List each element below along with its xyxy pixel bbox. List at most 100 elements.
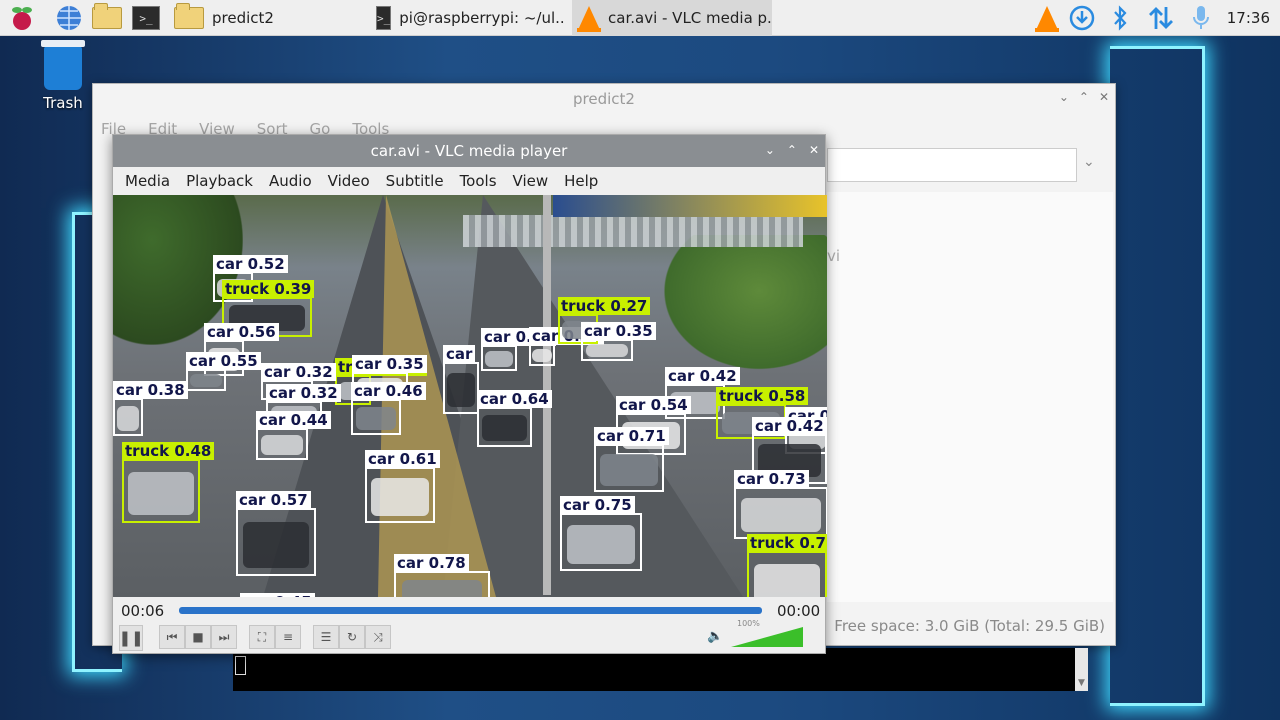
menu-media[interactable]: Media [117,172,178,190]
minimize-icon[interactable]: ⌄ [1059,90,1069,104]
menu-subtitle[interactable]: Subtitle [378,172,452,190]
detection-label: car 0.44 [256,411,331,429]
detection-label: car 0.61 [365,450,440,468]
menu-audio[interactable]: Audio [261,172,320,190]
file-list[interactable] [827,192,1113,602]
window-controls: ⌄ ⌃ ✕ [765,143,819,157]
detection-box-car: car 0.46 [351,382,426,435]
vehicle-shape [484,350,514,367]
terminal-launcher-icon[interactable]: >_ [130,4,162,32]
speaker-icon[interactable]: 🔈 [707,629,723,644]
window-title: predict2 [573,90,635,108]
detection-label: car 0.56 [204,323,279,341]
menu-help[interactable]: Help [556,172,606,190]
close-icon[interactable]: ✕ [809,143,819,157]
video-billboards [553,195,827,217]
seek-bar[interactable] [179,607,762,614]
detection-label: car 0.54 [616,396,691,414]
detection-label: truck 0.48 [122,442,215,460]
shuffle-button[interactable]: ⤨ [365,625,391,649]
status-bar: Free space: 3.0 GiB (Total: 29.5 GiB) [834,617,1105,635]
vehicle-shape [753,563,821,597]
extended-settings-button[interactable]: ≡ [275,625,301,649]
file-item-label[interactable]: vi [827,247,840,265]
vehicle-shape [566,524,636,564]
vehicle-shape [242,521,310,568]
detection-label: car 0.46 [351,382,426,400]
stop-button[interactable]: ■ [185,625,211,649]
terminal-icon: >_ [376,6,392,30]
next-button[interactable]: ⏭ [211,625,237,649]
browser-globe-icon[interactable] [54,4,84,32]
volume-slider[interactable]: 100% [731,619,803,647]
previous-button[interactable]: ⏮ [159,625,185,649]
chevron-down-icon[interactable]: ⌄ [1083,154,1095,170]
pause-button[interactable]: ❚❚ [118,625,144,651]
detection-label: car 0.57 [236,491,311,509]
task-file-manager[interactable]: predict2 [168,0,368,36]
task-terminal[interactable]: >_ pi@raspberrypi: ~/ul.. [370,0,570,36]
vehicle-shape [355,406,397,430]
detection-box-car: car 0.26 [481,328,556,371]
bluetooth-icon[interactable] [1108,4,1132,32]
detection-label: car 0.71 [594,427,669,445]
vehicle-shape [190,374,222,388]
vehicle-shape [370,478,430,516]
detection-label: truck 0.58 [716,387,809,405]
vlc-tray-icon[interactable] [1034,4,1060,32]
detection-label: car 0.32 [266,384,341,402]
menu-tools[interactable]: Tools [452,172,505,190]
detection-box-car: car 0.78 [394,554,490,597]
clock[interactable]: 17:36 [1227,0,1270,36]
download-icon[interactable] [1068,4,1096,32]
video-frame[interactable]: car 0.52truck 0.39truck 0.29car 0.56car … [113,195,827,597]
time-elapsed[interactable]: 00:06 [121,602,164,620]
close-icon[interactable]: ✕ [1099,90,1109,104]
detection-label: car 0.35 [581,322,656,340]
volume-fill [731,627,803,647]
detection-label: truck 0.71 [747,534,827,552]
detection-label: car 0.64 [477,390,552,408]
maximize-icon[interactable]: ⌃ [787,143,797,157]
detection-box-car: car 0.55 [186,352,261,391]
taskbar: >_ predict2 >_ pi@raspberrypi: ~/ul.. ca… [0,0,1280,36]
scrollbar[interactable]: ▼ [1075,648,1088,691]
detection-box-car: car 0.75 [560,496,642,571]
detection-box-truck: truck 0.71 [747,534,827,597]
microphone-icon[interactable] [1188,4,1214,32]
detection-label: car 0.42 [665,367,740,385]
network-icon[interactable] [1146,4,1176,32]
detection-label: car 0.42 [752,417,827,435]
detection-label: car 0.73 [734,470,809,488]
detection-label: car [443,345,476,363]
detection-box-car: car 0.71 [594,427,669,492]
vehicle-shape [401,580,483,597]
vehicle-shape [482,415,527,442]
maximize-icon[interactable]: ⌃ [1079,90,1089,104]
trash-label: Trash [43,94,83,112]
task-label: predict2 [212,9,274,27]
terminal-window[interactable]: ▼ [233,648,1088,691]
raspberry-menu-icon[interactable] [6,4,38,32]
menu-view[interactable]: View [505,172,557,190]
file-manager-icon[interactable] [90,3,124,32]
minimize-icon[interactable]: ⌄ [765,143,775,157]
fullscreen-button[interactable]: ⛶ [249,625,275,649]
detection-label: car 0.32 [261,363,336,381]
detection-box-truck: truck 0.48 [122,442,215,523]
loop-button[interactable]: ↻ [339,625,365,649]
trash-desktop-item[interactable]: Trash [36,40,90,112]
playlist-button[interactable]: ☰ [313,625,339,649]
vlc-window: car.avi - VLC media player ⌄ ⌃ ✕ Media P… [112,134,827,654]
task-vlc[interactable]: car.avi - VLC media p.. [572,0,772,36]
path-field[interactable] [827,148,1077,182]
detection-box-car: car [443,345,479,414]
task-label: pi@raspberrypi: ~/ul.. [399,9,565,27]
menu-video[interactable]: Video [320,172,378,190]
terminal-cursor [235,656,246,675]
seek-area: 00:06 00:00 [113,597,825,623]
time-total[interactable]: 00:00 [777,602,820,620]
vehicle-shape [446,372,476,408]
menubar: Media Playback Audio Video Subtitle Tool… [113,167,825,195]
menu-playback[interactable]: Playback [178,172,261,190]
